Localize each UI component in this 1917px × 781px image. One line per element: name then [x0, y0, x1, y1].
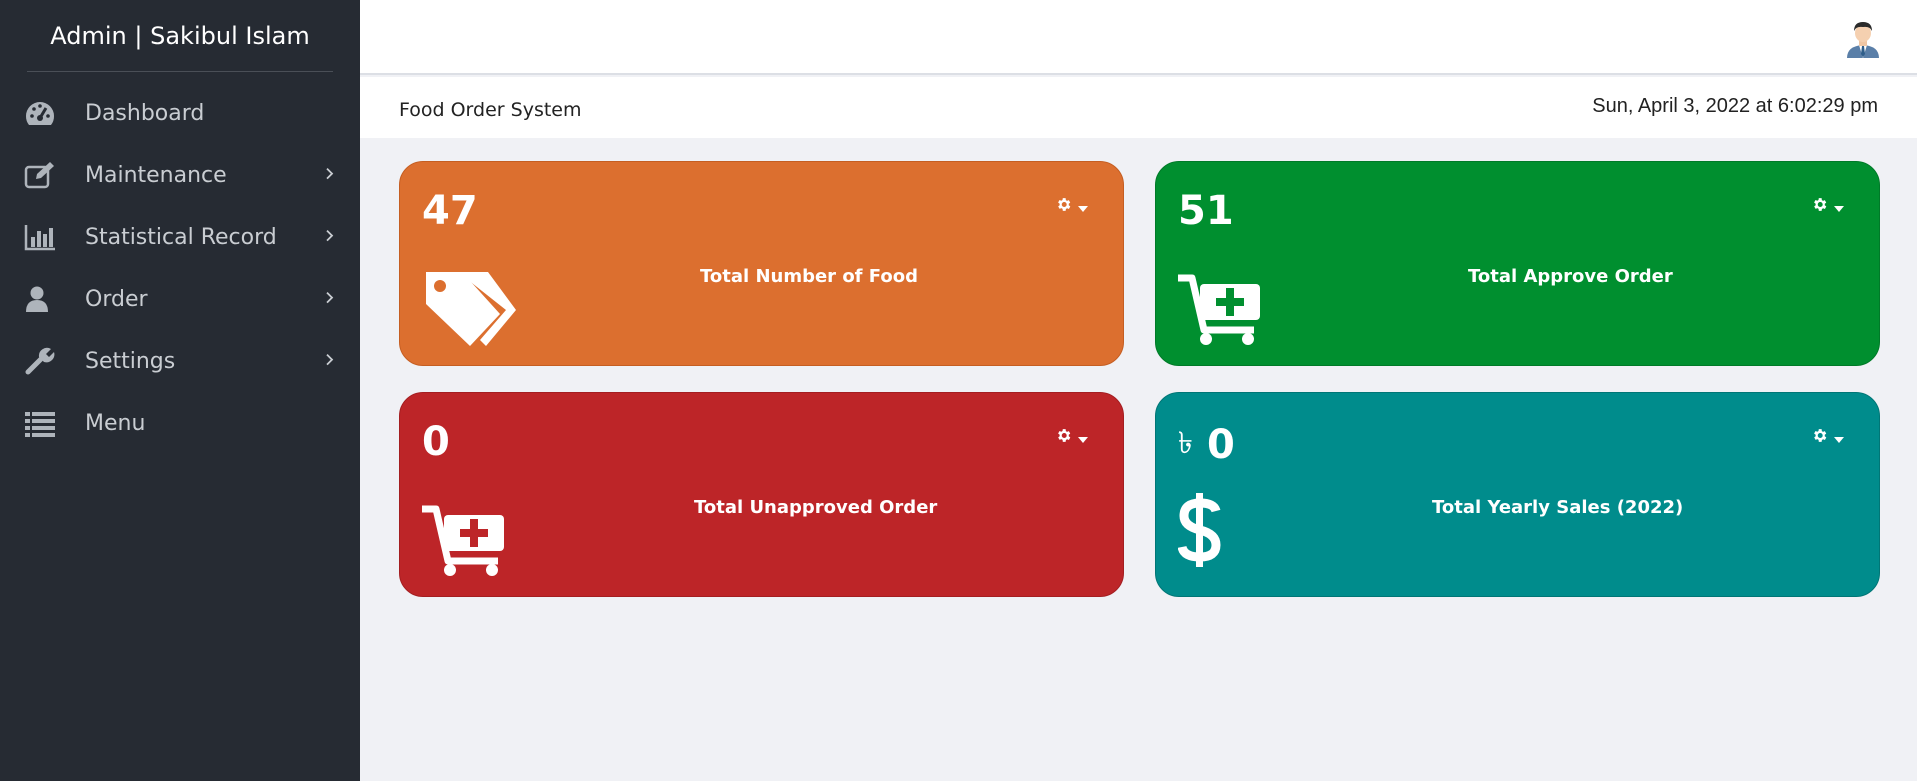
- stat-label: Total Unapproved Order: [694, 497, 938, 518]
- brand-divider: [27, 71, 333, 72]
- sidebar-item-label: Settings: [85, 348, 176, 374]
- card-settings-dropdown[interactable]: [1055, 427, 1088, 448]
- sidebar-item-label: Dashboard: [85, 100, 205, 126]
- gear-icon: [1055, 196, 1072, 217]
- card-settings-dropdown[interactable]: [1811, 427, 1844, 448]
- gear-icon: [1055, 427, 1072, 448]
- gear-icon: [1811, 196, 1828, 217]
- sidebar-item-maintenance[interactable]: Maintenance: [0, 144, 360, 206]
- chevron-right-icon: [323, 167, 337, 181]
- dollar-icon: [1177, 493, 1222, 571]
- caret-down-icon: [1834, 428, 1844, 447]
- sidebar-item-label: Menu: [85, 410, 146, 436]
- sidebar-nav: Dashboard Maintenance Statistical Record: [0, 82, 360, 454]
- tags-icon: [422, 268, 518, 352]
- sidebar-item-order[interactable]: Order: [0, 268, 360, 330]
- caret-down-icon: [1834, 197, 1844, 216]
- brand-title: Admin | Sakibul Islam: [50, 21, 310, 50]
- cart-plus-icon: [422, 505, 506, 581]
- user-icon: [24, 285, 56, 313]
- caret-down-icon: [1078, 197, 1088, 216]
- stat-label: Total Yearly Sales (2022): [1432, 497, 1684, 518]
- current-datetime: Sun, April 3, 2022 at 6:02:29 pm: [1592, 95, 1878, 117]
- gear-icon: [1811, 427, 1828, 448]
- currency-symbol: ৳: [1178, 426, 1193, 461]
- sidebar: Admin | Sakibul Islam Dashboard Maintena…: [0, 0, 360, 781]
- card-settings-dropdown[interactable]: [1055, 196, 1088, 217]
- bar-chart-icon: [24, 223, 56, 251]
- stat-card-unapproved-order: 0 Total Unapproved Order: [399, 392, 1124, 597]
- stat-value: 0: [422, 419, 450, 465]
- card-settings-dropdown[interactable]: [1811, 196, 1844, 217]
- app-name: Food Order System: [399, 99, 582, 121]
- stat-card-total-food: 47 Total Number of Food: [399, 161, 1124, 366]
- stat-label: Total Approve Order: [1468, 266, 1673, 287]
- page-subheader: Food Order System Sun, April 3, 2022 at …: [360, 77, 1917, 138]
- sidebar-item-menu[interactable]: Menu: [0, 392, 360, 454]
- edit-icon: [24, 161, 56, 189]
- sidebar-item-dashboard[interactable]: Dashboard: [0, 82, 360, 144]
- list-icon: [24, 409, 56, 437]
- chevron-right-icon: [323, 353, 337, 367]
- cart-plus-icon: [1178, 274, 1262, 350]
- stat-card-yearly-sales: ৳ 0 Total Yearly Sales (2022): [1155, 392, 1880, 597]
- sidebar-item-settings[interactable]: Settings: [0, 330, 360, 392]
- sidebar-item-label: Statistical Record: [85, 224, 277, 250]
- stat-value: 51: [1178, 188, 1234, 234]
- stat-card-approve-order: 51 Total Approve Order: [1155, 161, 1880, 366]
- dashboard-gauge-icon: [24, 99, 56, 127]
- caret-down-icon: [1078, 428, 1088, 447]
- sidebar-item-statistical-record[interactable]: Statistical Record: [0, 206, 360, 268]
- chevron-right-icon: [323, 229, 337, 243]
- chevron-right-icon: [323, 291, 337, 305]
- stat-label: Total Number of Food: [700, 266, 918, 287]
- wrench-icon: [24, 347, 56, 375]
- top-header: [360, 0, 1917, 75]
- stat-value: 47: [422, 188, 478, 234]
- user-avatar-icon[interactable]: [1845, 20, 1881, 58]
- sidebar-item-label: Maintenance: [85, 162, 227, 188]
- sidebar-item-label: Order: [85, 286, 148, 312]
- stat-value: ৳ 0: [1178, 419, 1235, 470]
